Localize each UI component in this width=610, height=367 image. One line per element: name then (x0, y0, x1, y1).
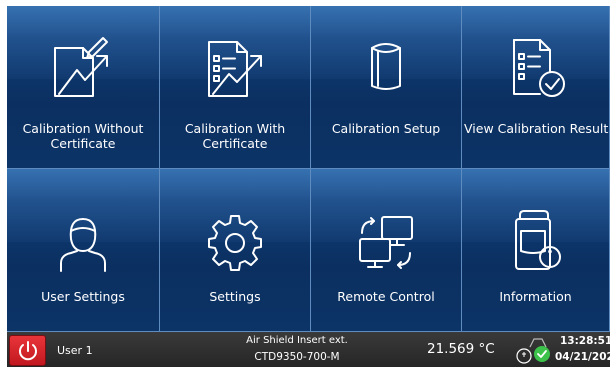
clock-time: 13:28:51 (560, 335, 610, 347)
tile-calibration-setup[interactable]: Calibration Setup (311, 6, 462, 169)
power-button[interactable] (9, 335, 46, 366)
temperature-readout: 21.569 °C (427, 341, 495, 357)
device-model: CTD9350-700-M (254, 351, 340, 363)
main-screen: Calibration Without Certificate Calibrat… (7, 6, 610, 367)
tile-label: Calibration Setup (331, 121, 441, 136)
tile-label: Settings (209, 289, 261, 304)
sensor-ok-icon[interactable] (512, 333, 552, 367)
tile-label: Remote Control (337, 289, 435, 304)
tile-user-settings[interactable]: User Settings (7, 169, 160, 332)
insert-cylinder-icon (371, 43, 401, 90)
tile-calibration-with-certificate[interactable]: Calibration With Certificate (160, 6, 311, 169)
menu-grid: Calibration Without Certificate Calibrat… (7, 6, 610, 332)
checklist-arrow-icon (208, 41, 262, 97)
gear-icon (208, 215, 262, 271)
power-icon (19, 341, 37, 361)
device-name: Air Shield Insert ext. (246, 335, 348, 346)
tile-label: View Calibration Results (464, 121, 609, 136)
tile-label: Information (499, 289, 572, 304)
tile-settings[interactable]: Settings (160, 169, 311, 332)
current-user[interactable]: User 1 (57, 344, 93, 357)
tile-view-calibration-results[interactable]: View Calibration Results (462, 6, 610, 169)
tile-information[interactable]: Information (462, 169, 610, 332)
document-pencil-arrow-icon (54, 37, 108, 97)
status-bar: User 1 Air Shield Insert ext. CTD9350-70… (7, 332, 610, 367)
computers-sync-icon (359, 216, 413, 269)
document-check-icon (512, 39, 565, 97)
user-icon (60, 218, 106, 272)
tile-calibration-without-certificate[interactable]: Calibration Without Certificate (7, 6, 160, 169)
clock-date: 04/21/2022 (555, 351, 610, 363)
tile-label: Calibration With Certificate (184, 121, 286, 151)
device-info-icon (514, 210, 561, 270)
tile-label: User Settings (41, 289, 125, 304)
tile-remote-control[interactable]: Remote Control (311, 169, 462, 332)
tile-label: Calibration Without Certificate (22, 121, 144, 151)
